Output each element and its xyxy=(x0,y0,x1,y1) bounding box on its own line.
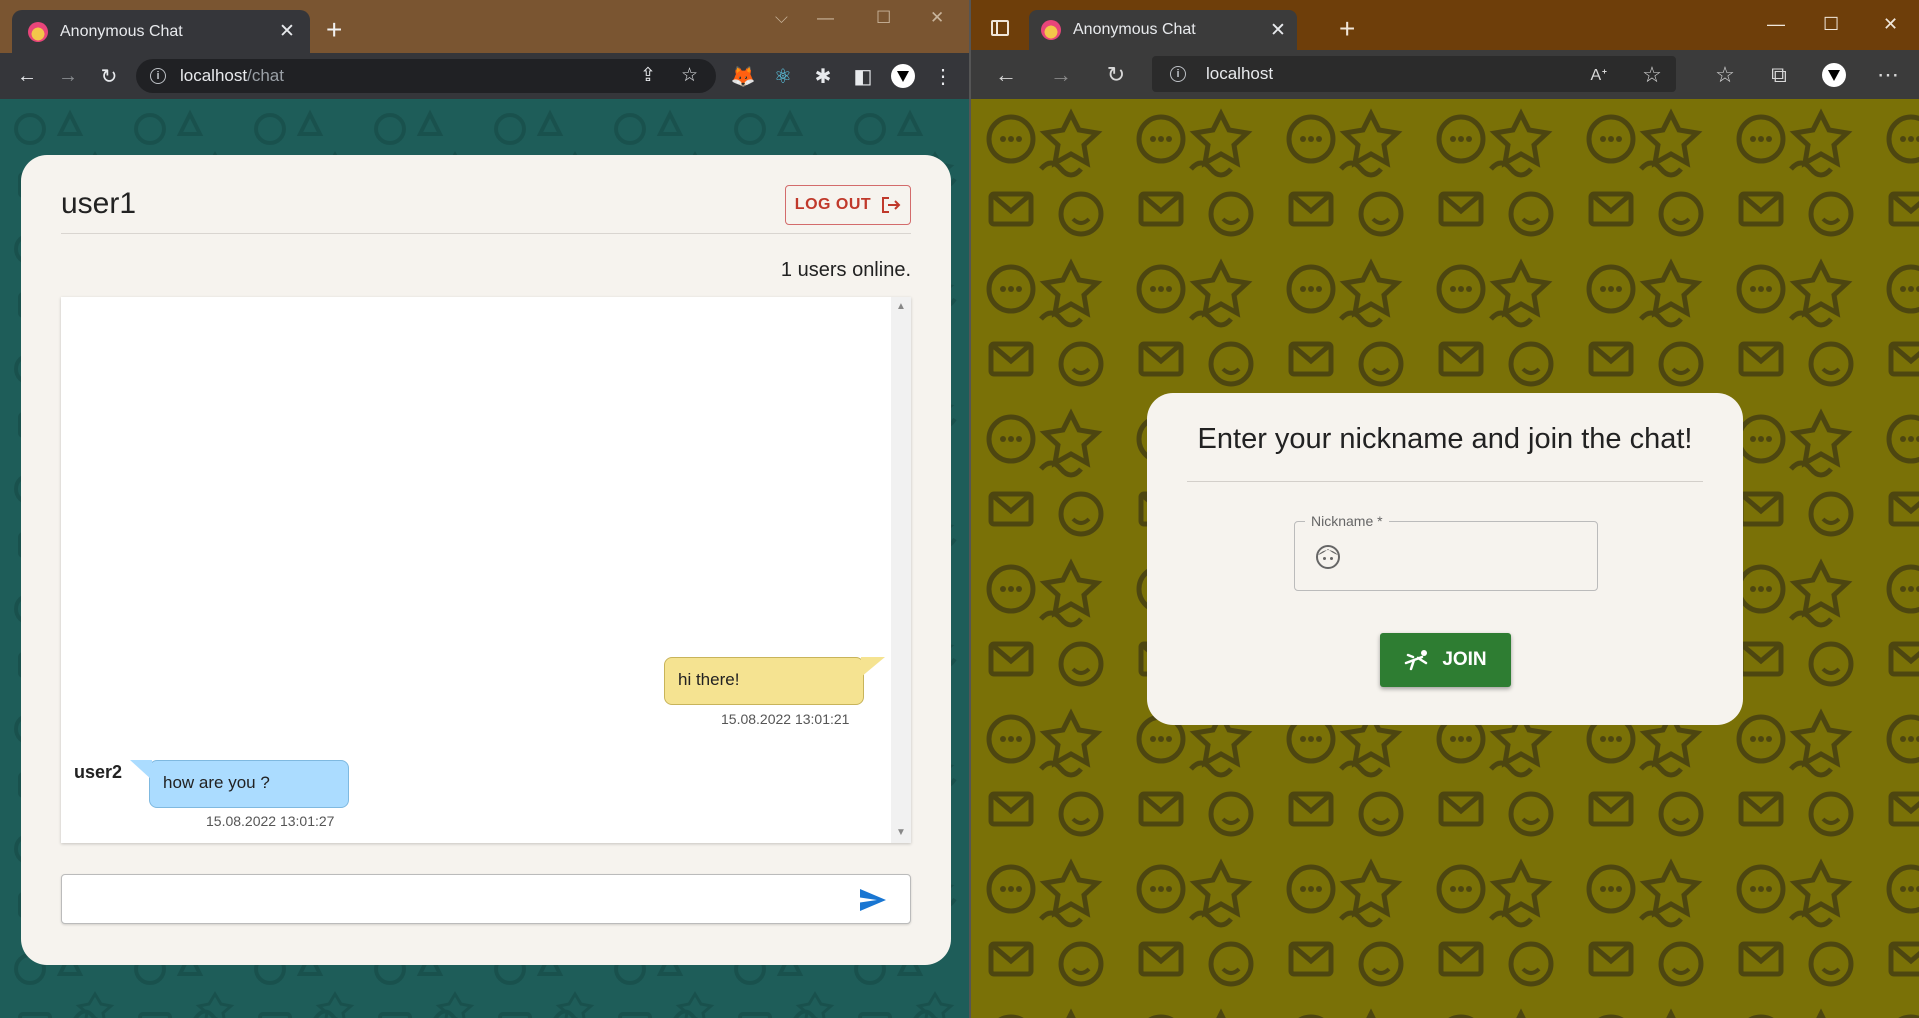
close-window-icon[interactable]: ✕ xyxy=(930,8,944,28)
edge-window: Anonymous Chat ✕ + — ☐ ✕ ← → ↻ i localho… xyxy=(971,0,1919,1018)
nickname-field[interactable]: Nickname * xyxy=(1294,513,1598,591)
minimize-icon[interactable]: — xyxy=(1767,14,1785,35)
join-button[interactable]: JOIN xyxy=(1380,633,1511,687)
url-text: localhost/chat xyxy=(180,66,284,85)
join-page: Enter your nickname and join the chat! N… xyxy=(971,99,1919,1018)
chrome-window: Anonymous Chat ✕ + ⌵ — ☐ ✕ ← → ↻ i local… xyxy=(0,0,970,1018)
site-info-icon[interactable]: i xyxy=(150,68,166,84)
chat-logo-icon xyxy=(1041,20,1061,40)
join-card: Enter your nickname and join the chat! N… xyxy=(1147,393,1743,725)
extensions-puzzle-icon[interactable]: ✱ xyxy=(808,61,838,91)
profile-avatar-icon[interactable] xyxy=(1819,60,1849,90)
scroll-down-icon[interactable]: ▼ xyxy=(896,827,906,838)
message-timestamp: 15.08.2022 13:01:21 xyxy=(721,711,850,727)
share-icon[interactable]: ⇪ xyxy=(640,64,656,87)
edge-tab-strip: Anonymous Chat ✕ + — ☐ ✕ xyxy=(971,0,1919,50)
current-username: user1 xyxy=(61,187,137,220)
message-bubble-other: how are you ? xyxy=(130,760,349,808)
add-favorite-icon[interactable]: ☆ xyxy=(1637,60,1667,90)
back-icon[interactable]: ← xyxy=(991,60,1021,90)
tab-title: Anonymous Chat xyxy=(1073,21,1196,38)
edge-tab[interactable]: Anonymous Chat ✕ xyxy=(1029,10,1297,50)
react-devtools-icon[interactable]: ⚛ xyxy=(768,61,798,91)
chat-page: user1 LOG OUT 1 users online. ▲ ▼ hi the… xyxy=(0,99,970,1018)
new-tab-icon[interactable]: + xyxy=(1339,13,1355,45)
maximize-icon[interactable]: ☐ xyxy=(876,8,891,28)
join-title: Enter your nickname and join the chat! xyxy=(1197,423,1693,455)
join-divider xyxy=(1187,481,1703,482)
join-label: JOIN xyxy=(1442,649,1487,670)
edge-toolbar: ← → ↻ i localhost Aᐩ ☆ ☆ ⧉ ⋯ xyxy=(971,50,1919,99)
chat-logo-icon xyxy=(28,21,48,42)
metamask-extension-icon[interactable]: 🦊 xyxy=(728,61,758,91)
url-text: localhost xyxy=(1206,64,1274,83)
reload-icon[interactable]: ↻ xyxy=(1101,60,1131,90)
logout-icon xyxy=(882,197,901,213)
collections-icon[interactable]: ⧉ xyxy=(1764,60,1794,90)
scroll-up-icon[interactable]: ▲ xyxy=(896,301,906,312)
back-icon[interactable]: ← xyxy=(12,61,42,91)
new-tab-icon[interactable]: + xyxy=(326,16,342,44)
tab-title: Anonymous Chat xyxy=(60,22,183,40)
chat-card: user1 LOG OUT 1 users online. ▲ ▼ hi the… xyxy=(21,155,951,965)
bookmark-star-icon[interactable]: ☆ xyxy=(681,64,698,87)
tab-search-icon[interactable]: ⌵ xyxy=(775,8,788,28)
skydiver-icon xyxy=(1405,650,1428,671)
forward-icon[interactable]: → xyxy=(1046,60,1076,90)
read-aloud-icon[interactable]: Aᐩ xyxy=(1584,60,1614,90)
chrome-tab[interactable]: Anonymous Chat ✕ xyxy=(12,10,310,53)
message-scrollbar[interactable]: ▲ ▼ xyxy=(891,297,911,843)
header-divider xyxy=(61,233,911,234)
chrome-menu-icon[interactable]: ⋮ xyxy=(928,61,958,91)
chrome-toolbar: ← → ↻ i localhost/chat ⇪ ☆ 🦊 ⚛ ✱ ◧ ⋮ xyxy=(0,53,970,99)
minimize-icon[interactable]: — xyxy=(817,8,834,28)
message-input[interactable] xyxy=(61,874,911,924)
nickname-label: Nickname * xyxy=(1305,513,1389,529)
site-info-icon[interactable]: i xyxy=(1170,66,1186,82)
message-bubble-own: hi there! xyxy=(664,657,885,705)
nickname-input[interactable] xyxy=(1353,540,1583,572)
message-author: user2 xyxy=(74,762,123,782)
online-count: 1 users online. xyxy=(780,259,911,281)
message-list[interactable]: ▲ ▼ hi there! 15.08.2022 13:01:21 user2 … xyxy=(61,297,911,843)
forward-icon[interactable]: → xyxy=(53,61,83,91)
settings-menu-icon[interactable]: ⋯ xyxy=(1873,60,1903,90)
chrome-tab-strip: Anonymous Chat ✕ + ⌵ — ☐ ✕ xyxy=(0,0,970,53)
close-window-icon[interactable]: ✕ xyxy=(1883,14,1898,35)
send-icon[interactable] xyxy=(858,887,888,913)
face-icon xyxy=(1316,545,1340,569)
maximize-icon[interactable]: ☐ xyxy=(1823,14,1839,35)
logout-button[interactable]: LOG OUT xyxy=(785,185,911,225)
side-panel-icon[interactable]: ◧ xyxy=(848,61,878,91)
message-timestamp: 15.08.2022 13:01:27 xyxy=(206,813,335,829)
reload-icon[interactable]: ↻ xyxy=(94,61,124,91)
tab-actions-icon[interactable] xyxy=(991,20,1009,36)
favorites-icon[interactable]: ☆ xyxy=(1710,60,1740,90)
close-tab-icon[interactable]: ✕ xyxy=(1267,19,1289,42)
address-bar[interactable]: i localhost/chat ⇪ ☆ xyxy=(136,59,716,93)
profile-avatar-icon[interactable] xyxy=(888,61,918,91)
logout-label: LOG OUT xyxy=(794,196,872,213)
close-tab-icon[interactable]: ✕ xyxy=(276,20,298,43)
